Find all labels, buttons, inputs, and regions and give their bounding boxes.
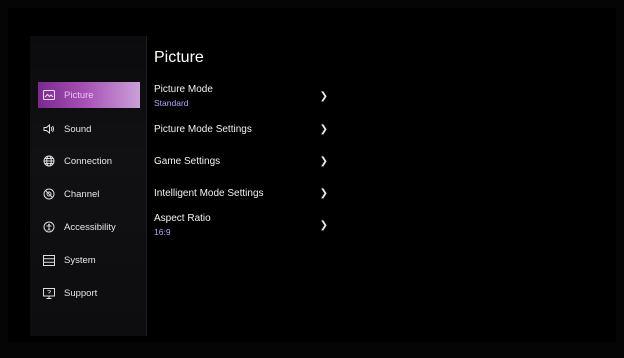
sidebar-item-label: Picture (64, 89, 94, 101)
sidebar-item-connection[interactable]: Connection (38, 148, 140, 174)
sidebar-item-channel[interactable]: Channel (38, 181, 140, 207)
setting-value: 16:9 (154, 227, 171, 237)
sidebar-item-picture[interactable]: Picture (38, 82, 140, 108)
setting-label: Game Settings (154, 156, 221, 167)
chevron-right-icon: ❯ (319, 156, 328, 167)
sidebar-item-label: Sound (64, 123, 92, 135)
sidebar-item-sound[interactable]: Sound (38, 116, 140, 142)
setting-label: Aspect Ratio (154, 213, 211, 224)
setting-row-aspect-ratio[interactable]: Aspect Ratio 16:9 ❯ (154, 213, 334, 241)
sidebar-item-accessibility[interactable]: Accessibility (38, 214, 140, 240)
screen: Picture Sound Connection Channel Accessi… (0, 0, 624, 358)
sidebar-divider (146, 36, 147, 336)
chevron-right-icon: ❯ (319, 188, 328, 199)
setting-label: Picture Mode (154, 84, 213, 95)
accessibility-icon (42, 220, 56, 234)
chevron-right-icon: ❯ (319, 91, 328, 102)
sidebar-item-label: Channel (64, 188, 100, 200)
speaker-icon (42, 122, 56, 136)
sidebar-item-label: Support (64, 287, 98, 299)
channel-icon (42, 187, 56, 201)
setting-label: Picture Mode Settings (154, 124, 252, 135)
sidebar-item-system[interactable]: System (38, 247, 140, 273)
page-title: Picture (154, 49, 204, 66)
setting-row-picture-mode[interactable]: Picture Mode Standard ❯ (154, 84, 334, 112)
sidebar-item-support[interactable]: Support (38, 280, 140, 306)
setting-row-intelligent-mode-settings[interactable]: Intelligent Mode Settings ❯ (154, 188, 334, 204)
sidebar-item-label: Accessibility (64, 221, 116, 233)
setting-row-picture-mode-settings[interactable]: Picture Mode Settings ❯ (154, 124, 334, 140)
sidebar-item-label: Connection (64, 155, 113, 167)
chevron-right-icon: ❯ (319, 220, 328, 231)
sidebar-item-label: System (64, 254, 96, 266)
chevron-right-icon: ❯ (319, 124, 328, 135)
setting-value: Standard (154, 98, 189, 108)
system-icon (42, 253, 56, 267)
globe-icon (42, 154, 56, 168)
setting-row-game-settings[interactable]: Game Settings ❯ (154, 156, 334, 172)
picture-icon (42, 88, 56, 102)
setting-label: Intelligent Mode Settings (154, 188, 264, 199)
support-icon (42, 286, 56, 300)
